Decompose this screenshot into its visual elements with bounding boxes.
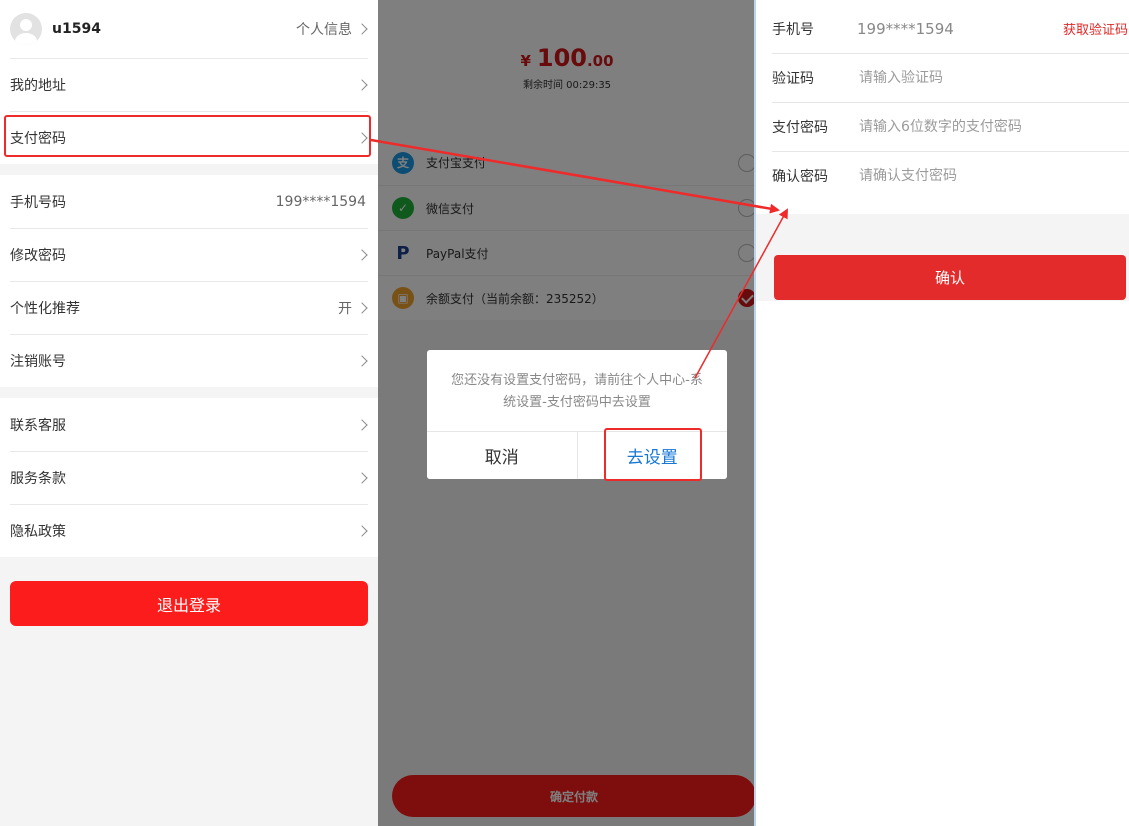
profile-link: 个人信息 (296, 19, 368, 39)
section-gap (0, 164, 378, 175)
username: u1594 (52, 21, 101, 37)
chevron-right-icon (356, 471, 368, 484)
menu-item-label: 隐私政策 (10, 523, 66, 540)
avatar (10, 13, 42, 45)
pay-password-form: 手机号 199****1594 获取验证码 验证码 支付密码 确认密码 (756, 0, 1129, 200)
confirm-password-row: 确认密码 (756, 151, 1129, 200)
menu-item-phone[interactable]: 手机号码 199****1594 (0, 175, 378, 228)
menu-item-address[interactable]: 我的地址 (0, 58, 378, 111)
menu-item-label: 注销账号 (10, 353, 66, 370)
chevron-right-icon (356, 524, 368, 537)
chevron-right-icon (356, 301, 368, 314)
chevron-right-icon (356, 354, 368, 367)
section-gap (0, 387, 378, 398)
support-group: 联系客服 服务条款 隐私政策 (0, 398, 378, 557)
chevron-right-icon (356, 23, 368, 35)
code-row: 验证码 (756, 53, 1129, 102)
menu-item-label: 服务条款 (10, 470, 66, 487)
confirm-password-label: 确认密码 (772, 168, 828, 185)
user-info: u1594 (10, 13, 101, 45)
checkout-panel: ¥100.00 剩余时间 00:29:35 支 支付宝支付 ✓ 微信支付 P P… (378, 0, 756, 826)
recommend-value: 开 (338, 300, 352, 317)
dialog-cancel-button[interactable]: 取消 (427, 432, 578, 479)
code-label: 验证码 (772, 70, 814, 87)
menu-item-recommend[interactable]: 个性化推荐 开 (0, 281, 378, 334)
profile-row[interactable]: u1594 个人信息 (0, 0, 378, 58)
pay-password-input[interactable] (857, 117, 1057, 136)
menu-item-label: 手机号码 (10, 194, 66, 211)
menu-item-label: 我的地址 (10, 77, 66, 94)
menu-item-terms[interactable]: 服务条款 (0, 451, 378, 504)
confirm-button[interactable]: 确认 (774, 255, 1126, 300)
settings-panel: u1594 个人信息 我的地址 支付密码 手机号码 199****1594 修改… (0, 0, 378, 826)
chevron-right-icon (356, 78, 368, 91)
get-code-button[interactable]: 获取验证码 (1063, 19, 1128, 38)
code-input[interactable] (857, 68, 1057, 87)
chevron-right-icon (356, 418, 368, 431)
recommend-status: 开 (338, 298, 368, 318)
logout-button[interactable]: 退出登录 (10, 581, 368, 626)
phone-row: 手机号 199****1594 获取验证码 (756, 0, 1129, 53)
pay-password-row: 支付密码 (756, 102, 1129, 151)
menu-item-label: 联系客服 (10, 417, 66, 434)
phone-value: 199****1594 (275, 193, 366, 210)
menu-item-contact[interactable]: 联系客服 (0, 398, 378, 451)
menu-item-privacy[interactable]: 隐私政策 (0, 504, 378, 557)
chevron-right-icon (356, 248, 368, 261)
menu-item-cancel-account[interactable]: 注销账号 (0, 334, 378, 387)
confirm-password-input[interactable] (857, 166, 1057, 185)
account-group: 手机号码 199****1594 修改密码 个性化推荐 开 注销账号 (0, 175, 378, 387)
highlight-pay-password (4, 115, 371, 157)
dialog-message: 您还没有设置支付密码，请前往个人中心-系统设置-支付密码中去设置 (451, 373, 703, 410)
phone-label: 手机号 (772, 21, 814, 38)
profile-label: 个人信息 (296, 22, 352, 38)
menu-item-change-password[interactable]: 修改密码 (0, 228, 378, 281)
menu-item-label: 个性化推荐 (10, 300, 80, 317)
pay-password-label: 支付密码 (772, 119, 828, 136)
phone-value: 199****1594 (857, 19, 954, 38)
set-pay-password-panel: 手机号 199****1594 获取验证码 验证码 支付密码 确认密码 确认 (756, 0, 1129, 826)
menu-item-label: 修改密码 (10, 247, 66, 264)
highlight-go-set (604, 428, 702, 481)
